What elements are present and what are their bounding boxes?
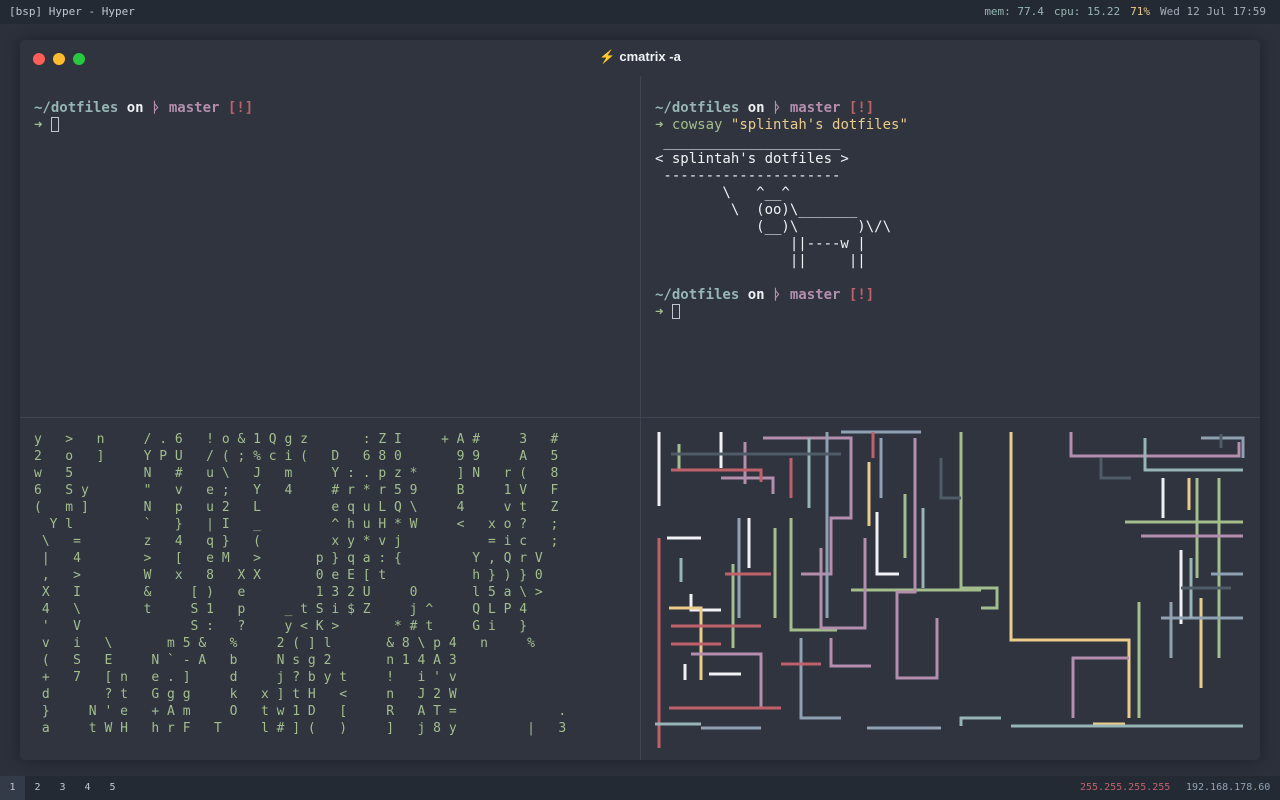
pipe [721, 476, 775, 494]
prompt-directory: ~/dotfiles [655, 287, 740, 303]
terminal-pane-bottom-left[interactable]: y > n / . 6 ! o & 1 Q g z : Z I + A # 3 … [20, 418, 640, 760]
title-bar[interactable]: ⚡ cmatrix -a [20, 40, 1260, 76]
pipe [895, 438, 939, 680]
pipe [671, 468, 763, 482]
workspace-1[interactable]: 1 [0, 776, 25, 800]
prompt-arrow: ➜ [655, 117, 664, 133]
command-name: cowsay [671, 117, 723, 133]
workspace-3[interactable]: 3 [50, 776, 75, 800]
clock: Wed 12 Jul 17:59 [1160, 5, 1266, 18]
memory-usage: mem: 77.4 [984, 5, 1044, 18]
workspace-5[interactable]: 5 [100, 776, 125, 800]
pipe [829, 638, 871, 668]
bottom-status-bar: 1 2 3 4 5 255.255.255.255 192.168.178.60 [0, 776, 1280, 800]
prompt-directory: ~/dotfiles [34, 100, 119, 116]
prompt-directory: ~/dotfiles [655, 100, 740, 116]
prompt-on: on [747, 287, 765, 303]
terminal-cursor [671, 304, 680, 319]
pipes-animation [655, 430, 1245, 748]
prompt-git-status: [!] [227, 100, 254, 116]
pipe [1069, 432, 1241, 458]
ip-address: 192.168.178.60 [1186, 782, 1271, 793]
prompt-arrow: ➜ [655, 304, 664, 320]
pipe [959, 716, 1001, 726]
cpu-usage: cpu: 15.22 [1053, 5, 1121, 18]
git-branch-icon: ᚦ [152, 100, 161, 116]
command-argument: "splintah's dotfiles" [730, 117, 908, 133]
prompt-git-status: [!] [848, 287, 875, 303]
pipe [959, 432, 999, 610]
window-title-text: cmatrix -a [619, 49, 681, 64]
terminal-pane-bottom-right[interactable] [641, 418, 1260, 760]
prompt-branch: master [168, 100, 220, 116]
prompt-git-status: [!] [848, 100, 875, 116]
cowsay-output: _____________________ < splintah's dotfi… [655, 134, 892, 269]
terminal-pane-top-right[interactable]: ~/dotfiles on ᚦ master [!] ➜ cowsay "spl… [641, 76, 1260, 417]
pipe [1009, 432, 1131, 718]
prompt-branch: master [789, 100, 841, 116]
pipe [1071, 656, 1129, 718]
lightning-bolt-icon: ⚡ [599, 49, 616, 64]
top-status-bar: [bsp] Hyper - Hyper mem: 77.4 cpu: 15.22… [0, 0, 1280, 24]
battery-level: 71% [1130, 5, 1151, 18]
prompt-on: on [126, 100, 144, 116]
cmatrix-output: y > n / . 6 ! o & 1 Q g z : Z I + A # 3 … [34, 432, 567, 736]
terminal-pane-top-left[interactable]: ~/dotfiles on ᚦ master [!] ➜ [20, 76, 640, 417]
pipe [875, 512, 899, 576]
workspace-2[interactable]: 2 [25, 776, 50, 800]
pipe [1143, 438, 1243, 472]
prompt-on: on [747, 100, 765, 116]
prompt-arrow: ➜ [34, 117, 43, 133]
git-branch-icon: ᚦ [773, 287, 782, 303]
git-branch-icon: ᚦ [773, 100, 782, 116]
window-manager-title: [bsp] Hyper - Hyper [9, 5, 135, 18]
terminal-cursor [50, 117, 59, 132]
pipe [799, 638, 841, 720]
pipe [1099, 458, 1131, 480]
pipe [939, 458, 961, 500]
workspace-4[interactable]: 4 [75, 776, 100, 800]
window-title: ⚡ cmatrix -a [20, 49, 1260, 65]
ip-mask: 255.255.255.255 [1080, 782, 1171, 793]
prompt-branch: master [789, 287, 841, 303]
hyper-terminal-window[interactable]: ⚡ cmatrix -a ~/dotfiles on ᚦ master [!] ➜… [20, 40, 1260, 760]
